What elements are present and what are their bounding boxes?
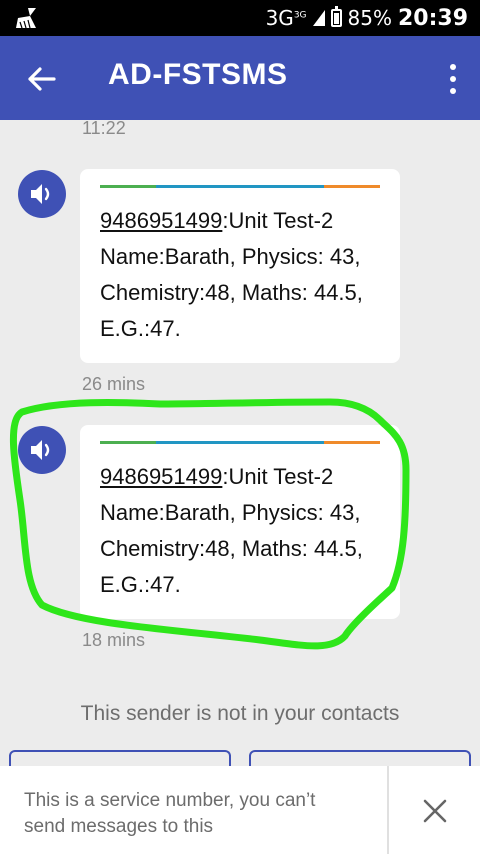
message-text: 9486951499:Unit Test-2 Name:Barath, Phys… bbox=[100, 459, 386, 603]
status-bar: 3G3G 85% 20:39 bbox=[0, 0, 480, 36]
back-arrow-icon[interactable] bbox=[24, 62, 58, 96]
strip-blue bbox=[156, 441, 324, 444]
signal-icon bbox=[312, 10, 325, 26]
speaker-icon bbox=[31, 184, 50, 204]
message-timestamp: 18 mins bbox=[82, 630, 146, 650]
message-timestamp: 26 mins bbox=[82, 374, 146, 394]
speaker-icon bbox=[31, 440, 50, 460]
battery-percent: 85% bbox=[347, 6, 392, 30]
message-bubble[interactable]: 9486951499:Unit Test-2 Name:Barath, Phys… bbox=[80, 169, 400, 363]
conversation-title: AD-FSTSMS bbox=[108, 58, 288, 91]
strip-orange bbox=[324, 185, 380, 188]
clock: 20:39 bbox=[397, 5, 468, 31]
close-icon[interactable] bbox=[422, 798, 448, 824]
message-bubble[interactable]: 9486951499:Unit Test-2 Name:Barath, Phys… bbox=[80, 425, 400, 619]
message-timestamp: 11:22 bbox=[82, 118, 126, 138]
app-bar: AD-FSTSMS bbox=[0, 36, 480, 120]
sender-avatar[interactable] bbox=[18, 170, 66, 218]
message-text: 9486951499:Unit Test-2 Name:Barath, Phys… bbox=[100, 203, 386, 347]
phone-number-link[interactable]: 9486951499 bbox=[100, 208, 222, 233]
sender-avatar[interactable] bbox=[18, 426, 66, 474]
not-in-contacts-notice: This sender is not in your contacts bbox=[80, 702, 400, 725]
strip-blue bbox=[156, 185, 324, 188]
battery-icon bbox=[330, 6, 342, 27]
service-number-notice: This is a service number, you can’t send… bbox=[24, 790, 316, 837]
strip-green bbox=[100, 185, 156, 188]
overflow-menu-icon[interactable] bbox=[448, 64, 458, 94]
network-indicator: 3G3G bbox=[265, 6, 307, 30]
divider bbox=[387, 766, 389, 854]
compose-bar: This is a service number, you can’t send… bbox=[0, 766, 480, 854]
broom-icon bbox=[16, 8, 36, 29]
strip-green bbox=[100, 441, 156, 444]
strip-orange bbox=[324, 441, 380, 444]
phone-number-link[interactable]: 9486951499 bbox=[100, 464, 222, 489]
